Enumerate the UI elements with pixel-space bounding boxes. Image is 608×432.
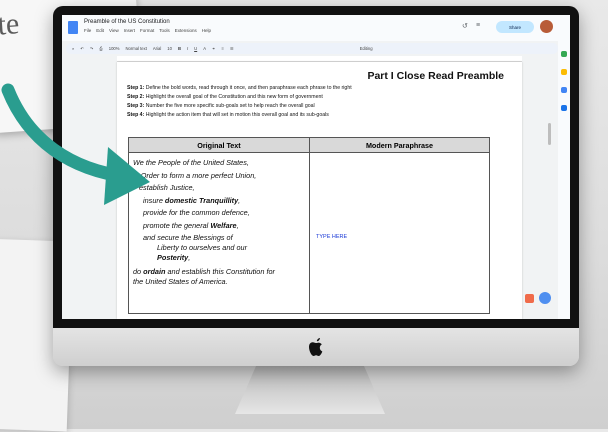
preamble-table: Original Text Modern Paraphrase We the P… [128, 137, 490, 314]
step-label: Step 1: [127, 85, 145, 91]
menu-extensions[interactable]: Extensions [175, 28, 197, 33]
preamble-line: We the People of the United States, [133, 158, 249, 167]
menu-format[interactable]: Format [140, 28, 154, 33]
step-item: Step 1: Define the bold words, read thro… [127, 84, 352, 93]
menu-tools[interactable]: Tools [159, 28, 170, 33]
editing-mode-select[interactable]: Editing [360, 46, 373, 51]
comments-icon[interactable]: ≡ [476, 22, 480, 29]
step-label: Step 4: [127, 112, 145, 118]
step-item: Step 4: Highlight the action item that w… [127, 111, 352, 120]
docs-title-bar: Preamble of the US Constitution File Edi… [62, 15, 570, 41]
type-here-placeholder: TYPE HERE [316, 234, 348, 240]
bold-word: domestic Tranquillity [164, 195, 239, 205]
undo-icon[interactable]: ↶ [80, 46, 84, 51]
preamble-line: , [236, 220, 239, 230]
bold-word: Posterity [157, 253, 189, 262]
menu-help[interactable]: Help [202, 28, 211, 33]
original-text-cell[interactable]: We the People of the United States, in O… [128, 152, 310, 314]
preamble-line: , [238, 195, 241, 205]
preamble-line: and secure the Blessings of [143, 233, 233, 242]
scrollbar[interactable] [548, 123, 551, 145]
share-button[interactable]: Share [496, 21, 534, 33]
redo-icon[interactable]: ↷ [90, 46, 94, 51]
step-text: Highlight the overall goal of the Consti… [144, 94, 323, 100]
menu-view[interactable]: View [109, 28, 119, 33]
gemini-icon[interactable] [539, 292, 551, 304]
step-label: Step 2: [127, 94, 145, 100]
search-menus-icon[interactable]: ⌕ [72, 46, 74, 51]
calendar-icon[interactable] [561, 51, 567, 57]
bold-word: ordain [143, 267, 166, 276]
menu-bar: File Edit View Insert Format Tools Exten… [84, 28, 211, 33]
document-title[interactable]: Preamble of the US Constitution [84, 19, 170, 25]
side-panel [558, 15, 570, 319]
underline-icon[interactable]: U [194, 46, 197, 51]
document-page[interactable]: Part I Close Read Preamble Step 1: Defin… [117, 62, 522, 319]
print-icon[interactable]: ⎙ [99, 46, 102, 51]
style-select[interactable]: Normal text [125, 46, 146, 51]
preamble-line: in Order to form a more perfect Union, [133, 170, 257, 180]
bold-word: Welfare [210, 220, 237, 230]
align-icon[interactable]: ≡ [222, 46, 224, 51]
explore-icon[interactable] [525, 294, 534, 303]
preamble-line: Liberty to ourselves and our [157, 243, 248, 252]
contacts-icon[interactable] [561, 105, 567, 111]
bold-icon[interactable]: B [178, 46, 181, 51]
google-docs-icon[interactable] [68, 21, 78, 34]
paraphrase-cell[interactable]: TYPE HERE [309, 152, 490, 314]
step-text: Number the five more specific sub-goals … [144, 103, 315, 109]
preamble-line: and establish this Constitution for [165, 267, 275, 276]
menu-insert[interactable]: Insert [124, 28, 135, 33]
font-select[interactable]: Arial [153, 46, 161, 51]
header-modern-paraphrase: Modern Paraphrase [309, 137, 490, 153]
background-card-text: te [0, 7, 21, 42]
font-size-field[interactable]: 10 [167, 46, 172, 51]
italic-icon[interactable]: I [187, 46, 188, 51]
menu-edit[interactable]: Edit [96, 28, 104, 33]
step-item: Step 3: Number the five more specific su… [127, 102, 352, 111]
step-label: Step 3: [127, 103, 145, 109]
step-text: Highlight the action item that will set … [144, 112, 329, 118]
step-item: Step 2: Highlight the overall goal of th… [127, 93, 352, 102]
monitor-chin [53, 328, 579, 366]
formatting-toolbar: ⌕ ↶ ↷ ⎙ 100% Normal text Arial 10 B I U … [66, 43, 558, 54]
tasks-icon[interactable] [561, 87, 567, 93]
list-icon[interactable]: ☰ [230, 46, 234, 51]
preamble-line: establish Justice, [139, 183, 195, 192]
menu-file[interactable]: File [84, 28, 91, 33]
monitor-stand [235, 366, 385, 414]
history-icon[interactable]: ↺ [462, 22, 468, 30]
imac-monitor: Preamble of the US Constitution File Edi… [53, 6, 579, 366]
zoom-select[interactable]: 100% [109, 46, 120, 51]
header-original-text: Original Text [128, 137, 310, 153]
screen: Preamble of the US Constitution File Edi… [62, 15, 570, 319]
apple-logo-icon [309, 338, 323, 356]
preamble-text: We the People of the United States, in O… [129, 153, 309, 287]
preamble-line: provide for the common defence, [143, 208, 250, 217]
avatar[interactable] [540, 20, 553, 33]
link-icon[interactable]: ⚭ [212, 46, 216, 51]
text-color-icon[interactable]: A [203, 46, 206, 51]
preamble-line: insure [143, 195, 165, 205]
steps-list: Step 1: Define the bold words, read thro… [127, 84, 352, 120]
share-label: Share [508, 24, 521, 30]
page-title: Part I Close Read Preamble [367, 70, 504, 82]
keep-icon[interactable] [561, 69, 567, 75]
preamble-line: , [188, 253, 191, 262]
preamble-line: do [133, 267, 144, 276]
screen-bezel: Preamble of the US Constitution File Edi… [53, 6, 579, 328]
step-text: Define the bold words, read through it o… [144, 85, 352, 91]
preamble-line: promote the general [143, 220, 211, 230]
preamble-line: the United States of America. [133, 277, 228, 286]
